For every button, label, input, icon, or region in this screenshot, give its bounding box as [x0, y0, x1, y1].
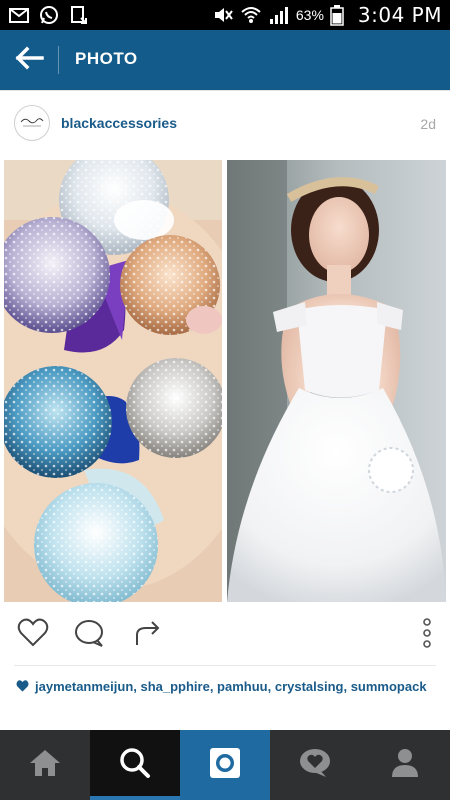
back-button[interactable]: [0, 30, 58, 90]
home-icon: [28, 748, 62, 783]
nav-home[interactable]: [0, 730, 90, 800]
nav-activity[interactable]: [270, 730, 360, 800]
bride-image: [227, 160, 446, 602]
more-vertical-icon: [422, 617, 432, 654]
wifi-icon: [240, 4, 262, 26]
app-bar: PHOTO: [0, 30, 450, 90]
nav-active-indicator: [90, 796, 180, 800]
heart-icon: [17, 618, 49, 653]
arrow-left-icon: [14, 46, 44, 75]
status-bar: 63% 3:04 PM: [0, 0, 450, 30]
download-icon: [68, 4, 90, 26]
share-icon: [132, 618, 162, 653]
post-photo[interactable]: [0, 158, 450, 604]
signal-icon: [268, 4, 290, 26]
more-options-button[interactable]: [410, 617, 444, 654]
battery-icon: [330, 4, 352, 26]
mute-icon: [212, 4, 234, 26]
post-header: blackaccessories 2d: [0, 90, 450, 158]
camera-icon: [208, 746, 242, 785]
bouquets-image: [4, 160, 222, 602]
avatar-logo: [20, 118, 44, 127]
likes-list[interactable]: jaymetanmeijun, sha_pphire, pamhuu, crys…: [16, 676, 436, 699]
likes-text: jaymetanmeijun, sha_pphire, pamhuu, crys…: [35, 679, 427, 694]
comment-button[interactable]: [72, 618, 106, 652]
heart-filled-icon: [16, 677, 29, 699]
likes-section: jaymetanmeijun, sha_pphire, pamhuu, crys…: [0, 666, 450, 730]
bottom-navigation: [0, 730, 450, 800]
profile-icon: [390, 747, 420, 784]
clock: 3:04 PM: [357, 3, 442, 27]
nav-camera[interactable]: [180, 730, 270, 800]
comment-icon: [73, 618, 105, 653]
page-title: PHOTO: [75, 49, 138, 68]
nav-profile[interactable]: [360, 730, 450, 800]
email-icon: [8, 4, 30, 26]
whatsapp-icon: [38, 4, 60, 26]
like-button[interactable]: [16, 618, 50, 652]
activity-icon: [298, 747, 332, 784]
battery-percent: 63%: [295, 7, 324, 23]
search-icon: [119, 747, 151, 784]
app-bar-divider: [58, 46, 59, 74]
share-button[interactable]: [130, 618, 164, 652]
post-username[interactable]: blackaccessories: [61, 115, 177, 131]
avatar[interactable]: [14, 105, 50, 141]
post-time: 2d: [420, 116, 436, 132]
post-actions: [0, 604, 450, 666]
nav-search[interactable]: [90, 730, 180, 800]
